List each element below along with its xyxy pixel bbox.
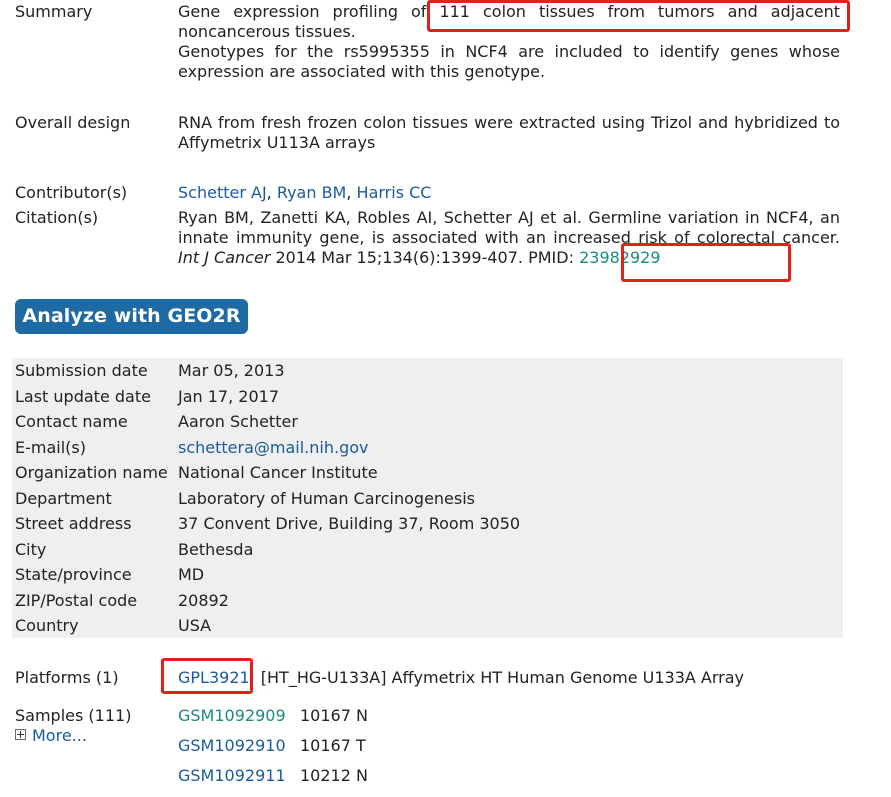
detail-key: Last update date <box>15 386 151 406</box>
detail-value: 20892 <box>178 590 229 610</box>
contributor-separator: , <box>266 183 277 202</box>
platforms-label: Platforms (1) <box>15 668 119 687</box>
detail-key: City <box>15 539 47 559</box>
overall-design-text: RNA from fresh frozen colon tissues were… <box>178 113 840 152</box>
contributor-separator: , <box>346 183 357 202</box>
expand-plus-icon <box>15 729 26 740</box>
list-item: GSM1092909 10167 N <box>178 706 368 725</box>
detail-value: Jan 17, 2017 <box>178 386 279 406</box>
table-row: Contact name Aaron Schetter <box>12 409 843 434</box>
platform-entry: GPL3921 [HT_HG-U133A] Affymetrix HT Huma… <box>178 668 744 688</box>
detail-key: Country <box>15 616 79 635</box>
summary-line1-highlight: 111 colon tissues from tumors and adjace… <box>439 2 840 21</box>
overall-design-label: Overall design <box>15 113 131 132</box>
sample-description: 10167 T <box>300 736 366 755</box>
citation-pmid-label: PMID: <box>528 248 574 267</box>
detail-value: Laboratory of Human Carcinogenesis <box>178 488 476 508</box>
table-row: Organization name National Cancer Instit… <box>12 460 843 485</box>
citation-authors-title: Ryan BM, Zanetti KA, Robles AI, Schetter… <box>178 208 840 247</box>
pmid-link[interactable]: 23982929 <box>579 248 660 267</box>
contributors-label: Contributor(s) <box>15 183 128 202</box>
list-item: GSM1092911 10212 N <box>178 766 368 785</box>
detail-key: Street address <box>15 514 132 533</box>
table-row: ZIP/Postal code 20892 <box>12 588 843 613</box>
sample-link[interactable]: GSM1092909 <box>178 706 300 725</box>
table-row: City Bethesda <box>12 537 843 562</box>
submission-details-table: Submission date Mar 05, 2013 Last update… <box>12 358 843 638</box>
sample-description: 10212 N <box>300 766 368 785</box>
detail-key: ZIP/Postal code <box>15 590 138 610</box>
summary-text: Gene expression profiling of 111 colon t… <box>178 2 840 82</box>
detail-value: 37 Convent Drive, Building 37, Room 3050 <box>178 514 521 533</box>
table-row: Street address 37 Convent Drive, Buildin… <box>12 511 843 536</box>
citation-journal: Int J Cancer <box>178 248 271 267</box>
table-row: Country USA <box>12 613 843 638</box>
citation-volume: 2014 Mar 15;134(6):1399-407. <box>275 248 523 267</box>
contributors-list: Schetter AJ, Ryan BM, Harris CC <box>178 183 431 203</box>
table-row: Last update date Jan 17, 2017 <box>12 384 843 409</box>
summary-line1-before: Gene expression profiling of <box>178 2 427 21</box>
email-link[interactable]: schettera@mail.nih.gov <box>178 438 368 457</box>
contributor-link-ryan[interactable]: Ryan BM <box>277 183 347 202</box>
summary-line2: Genotypes for the rs5995355 in NCF4 are … <box>178 42 840 81</box>
detail-value: USA <box>178 616 212 635</box>
list-item: GSM1092910 10167 T <box>178 736 366 755</box>
analyze-geo2r-button[interactable]: Analyze with GEO2R <box>15 299 248 334</box>
summary-line1-after: noncancerous tissues. <box>178 22 356 41</box>
sample-link[interactable]: GSM1092910 <box>178 736 300 755</box>
table-row: State/province MD <box>12 562 843 587</box>
samples-more-link[interactable]: More... <box>32 726 87 745</box>
detail-key: State/province <box>15 565 132 584</box>
detail-value: National Cancer Institute <box>178 463 378 482</box>
sample-link[interactable]: GSM1092911 <box>178 766 300 785</box>
citation-text: Ryan BM, Zanetti KA, Robles AI, Schetter… <box>178 208 840 268</box>
detail-key: Department <box>15 488 112 508</box>
table-row: Department Laboratory of Human Carcinoge… <box>12 486 843 511</box>
detail-value: Aaron Schetter <box>178 412 298 431</box>
contributor-link-harris[interactable]: Harris CC <box>357 183 432 202</box>
citation-label: Citation(s) <box>15 208 99 227</box>
detail-value: MD <box>178 565 205 584</box>
sample-description: 10167 N <box>300 706 368 725</box>
platform-description: [HT_HG-U133A] Affymetrix HT Human Genome… <box>260 668 745 687</box>
platform-link-gpl3921[interactable]: GPL3921 <box>178 668 250 687</box>
summary-label: Summary <box>15 2 93 21</box>
samples-label: Samples (111) <box>15 706 132 725</box>
samples-more-toggle[interactable]: More... <box>15 726 87 746</box>
detail-key: E-mail(s) <box>15 437 86 457</box>
detail-key: Contact name <box>15 412 128 431</box>
table-row: Submission date Mar 05, 2013 <box>12 358 843 383</box>
detail-value: Bethesda <box>178 539 254 559</box>
detail-key: Submission date <box>15 361 148 380</box>
detail-key: Organization name <box>15 463 168 482</box>
contributor-link-schetter[interactable]: Schetter AJ <box>178 183 267 202</box>
detail-value: Mar 05, 2013 <box>178 361 285 380</box>
table-row: E-mail(s) schettera@mail.nih.gov <box>12 435 843 460</box>
